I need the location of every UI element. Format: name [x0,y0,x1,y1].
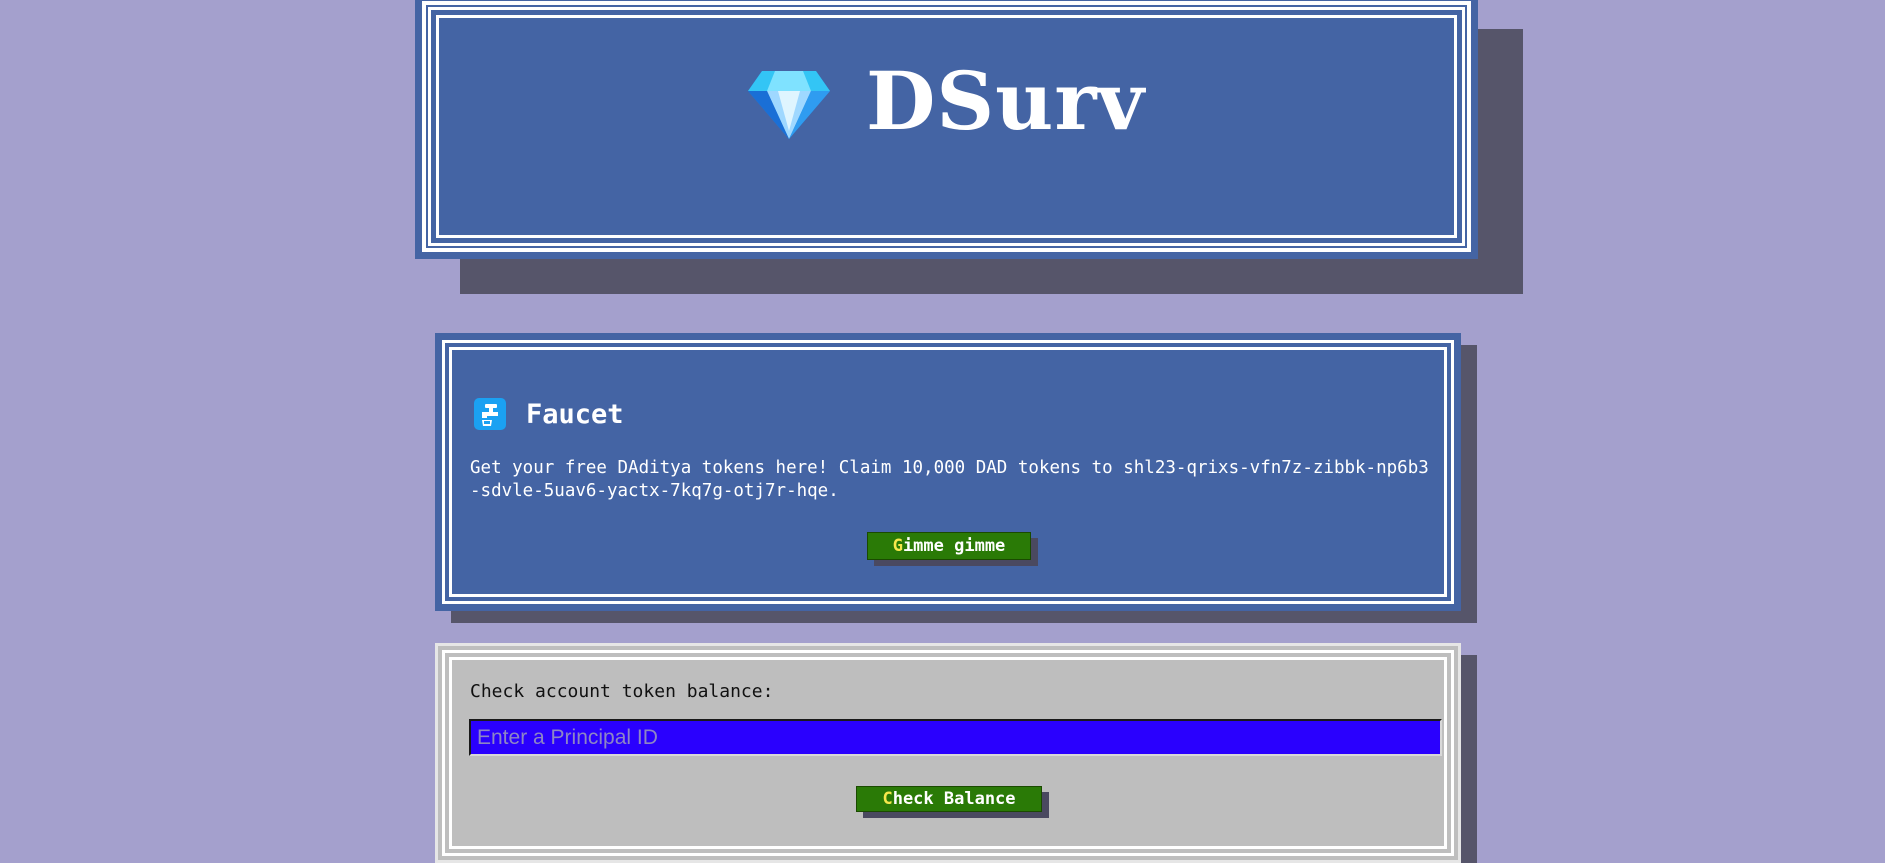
check-balance-button[interactable]: Check Balance [856,786,1042,812]
faucet-description: Get your free DAditya tokens here! Claim… [470,458,1429,501]
faucet-card: Faucet Get your free DAditya tokens here… [435,333,1461,611]
faucet-heading: Faucet [474,398,624,430]
faucet-title: Faucet [526,398,624,430]
balance-label: Check account token balance: [470,681,774,702]
check-button-label: heck Balance [892,788,1016,809]
gimme-button-accent-letter: G [892,535,903,556]
gimme-gimme-button[interactable]: Gimme gimme [867,532,1031,560]
balance-card: Check account token balance: Check Balan… [435,643,1461,863]
header-banner: DSurv [415,0,1478,259]
gem-stone-icon [748,71,831,139]
potable-water-faucet-icon [474,398,506,430]
check-button-accent-letter: C [882,788,893,809]
principal-id-input[interactable] [469,719,1442,756]
gimme-button-label: imme gimme [902,535,1006,556]
app-title: DSurv [866,54,1145,148]
brand: DSurv [418,61,1475,141]
